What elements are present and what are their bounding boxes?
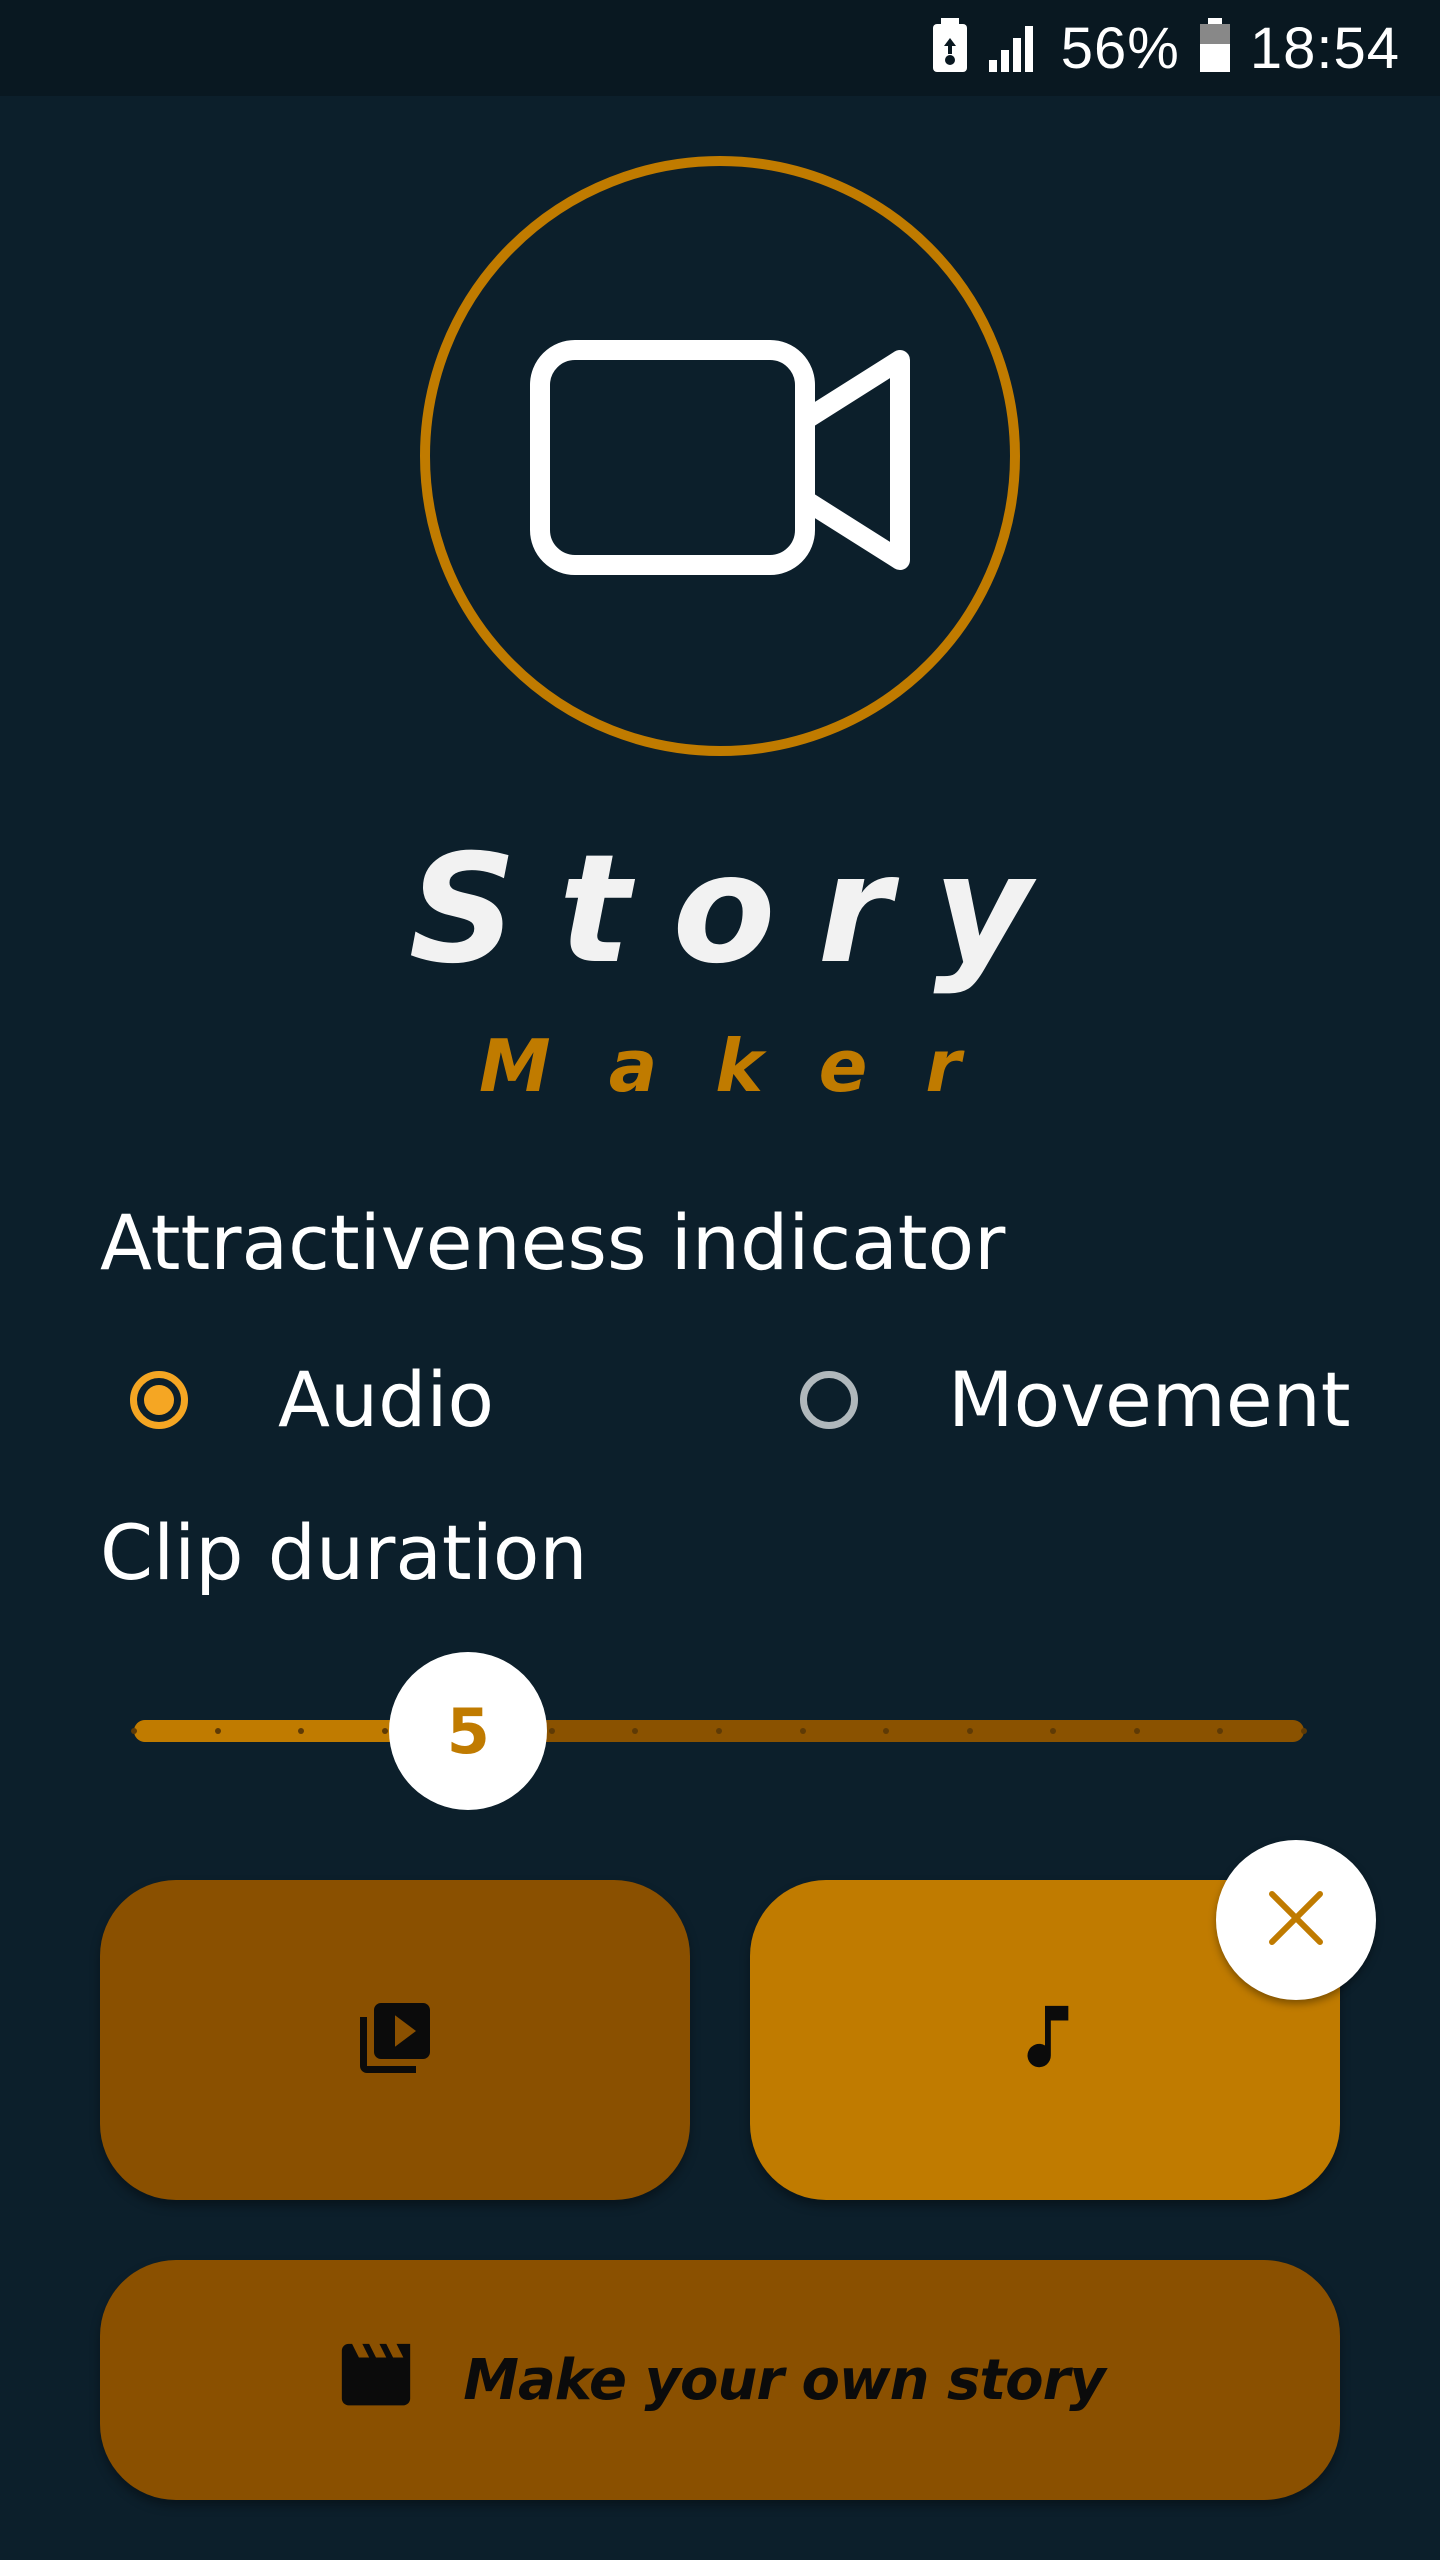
battery-icon xyxy=(1198,17,1232,79)
radio-checked-icon[interactable] xyxy=(130,1371,188,1429)
slider-tick xyxy=(214,1728,221,1734)
slider-tick xyxy=(966,1728,973,1734)
slider-tick xyxy=(799,1728,806,1734)
slider-tick xyxy=(883,1728,890,1734)
slider-tick xyxy=(1301,1728,1307,1734)
slider-tick xyxy=(381,1728,388,1734)
radio-audio[interactable]: Audio xyxy=(130,1355,494,1445)
battery-percent: 56% xyxy=(1060,15,1180,81)
select-video-button[interactable] xyxy=(100,1880,690,2200)
signal-icon xyxy=(987,18,1043,79)
clock: 18:54 xyxy=(1249,15,1400,81)
slider-tick xyxy=(1217,1728,1224,1734)
clip-duration-label: Clip duration xyxy=(100,1508,588,1597)
slider-tick xyxy=(1050,1728,1057,1734)
clear-audio-button[interactable] xyxy=(1216,1840,1376,2000)
slider-tick xyxy=(1133,1728,1140,1734)
make-story-button[interactable]: Make your own story xyxy=(100,2260,1340,2500)
attractiveness-label: Attractiveness indicator xyxy=(100,1198,1006,1287)
status-indicators: 56% 18:54 xyxy=(931,12,1400,84)
close-icon xyxy=(1266,1888,1326,1952)
battery-saver-icon xyxy=(931,17,969,79)
slider-tick xyxy=(716,1728,722,1734)
app-title: Story xyxy=(408,823,1074,997)
clip-duration-slider-thumb[interactable]: 5 xyxy=(389,1652,548,1810)
radio-movement-label[interactable]: Movement xyxy=(948,1362,1351,1438)
app-subtitle: Maker xyxy=(479,1024,1019,1108)
radio-dot xyxy=(144,1385,174,1415)
story-maker-screen: 56% 18:54 Story Maker Attractiveness ind… xyxy=(0,0,1440,2560)
slider-tick xyxy=(548,1728,555,1734)
slider-tick xyxy=(632,1728,639,1734)
radio-movement[interactable]: Movement xyxy=(800,1355,1351,1445)
video-camera-icon xyxy=(530,340,910,584)
radio-audio-label[interactable]: Audio xyxy=(278,1362,494,1438)
slider-tick xyxy=(131,1728,137,1734)
clip-duration-slider-track[interactable] xyxy=(131,1720,1307,1742)
music-note-icon xyxy=(1010,1996,1080,2084)
status-bar: 56% 18:54 xyxy=(0,0,1440,96)
video-library-icon xyxy=(353,1996,437,2084)
clapperboard-icon xyxy=(335,2343,417,2417)
make-story-label: Make your own story xyxy=(463,2347,1105,2413)
radio-unchecked-icon[interactable] xyxy=(800,1371,858,1429)
